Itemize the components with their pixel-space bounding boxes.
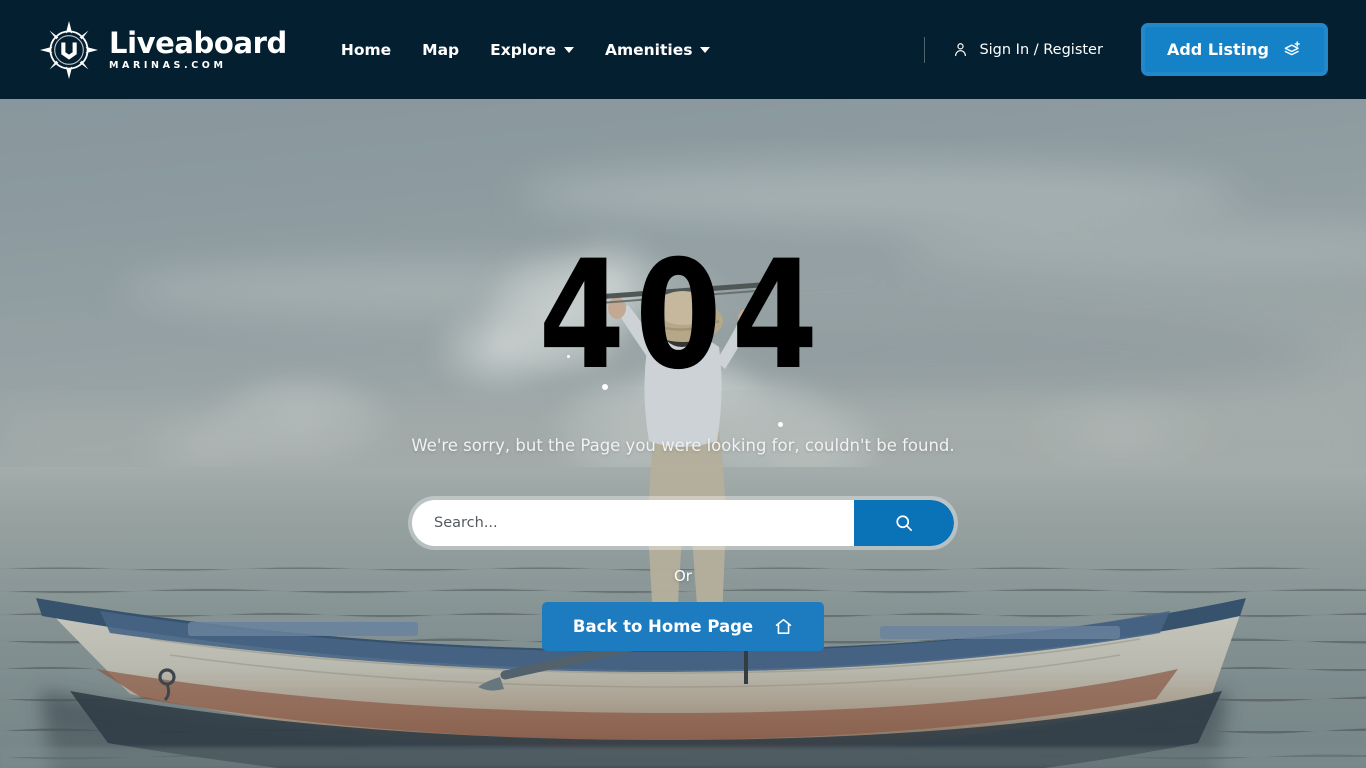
error-code: 404 [538,229,828,403]
add-listing-button[interactable]: Add Listing [1140,23,1328,76]
nav-item-amenities[interactable]: Amenities [604,40,711,59]
logo-text-block: Liveaboard MARINAS.COM [109,25,287,71]
home-icon [775,618,792,634]
page-404: Liveaboard MARINAS.COM Home Map Explore … [0,0,1366,768]
nav-label-explore: Explore [490,40,556,59]
decorative-particle [602,384,608,390]
compass-monogram-icon [40,20,98,79]
hero-section: 404 We're sorry, but the Page you were l… [0,99,1366,768]
sign-in-label: Sign In / Register [979,41,1103,58]
sign-in-register-link[interactable]: Sign In / Register [952,41,1103,58]
search-input[interactable] [412,500,854,546]
back-to-home-button[interactable]: Back to Home Page [541,602,825,651]
nav-label-home: Home [340,40,392,59]
decorative-particle [567,355,570,358]
nav-item-map[interactable]: Map [422,41,459,59]
nav-item-explore[interactable]: Explore [490,41,574,59]
user-icon [955,43,967,57]
add-listing-icon [1284,41,1300,56]
site-header: Liveaboard MARINAS.COM Home Map Explore … [0,0,1366,99]
nav-label-map: Map [422,40,460,59]
main-navigation: Home Map Explore Amenities [341,41,711,59]
back-to-home-label: Back to Home Page [572,617,754,636]
header-divider [924,36,926,63]
or-separator-label: Or [674,567,692,585]
logo-tagline: MARINAS.COM [109,59,227,71]
chevron-down-icon [563,46,574,53]
nav-label-amenities: Amenities [604,40,693,59]
search-submit-button[interactable] [854,500,954,546]
error-content: 404 We're sorry, but the Page you were l… [0,99,1366,768]
search-field-row [412,500,954,546]
error-message: We're sorry, but the Page you were looki… [411,436,955,455]
decorative-particle [778,422,783,427]
chevron-down-icon [700,46,711,53]
header-actions: Sign In / Register Add Listing [924,23,1328,76]
add-listing-label: Add Listing [1166,40,1269,59]
site-logo[interactable]: Liveaboard MARINAS.COM [40,20,287,79]
search-icon [896,515,912,531]
search-bar [408,496,958,550]
logo-wordmark: Liveaboard [109,25,287,60]
nav-item-home[interactable]: Home [341,41,391,59]
